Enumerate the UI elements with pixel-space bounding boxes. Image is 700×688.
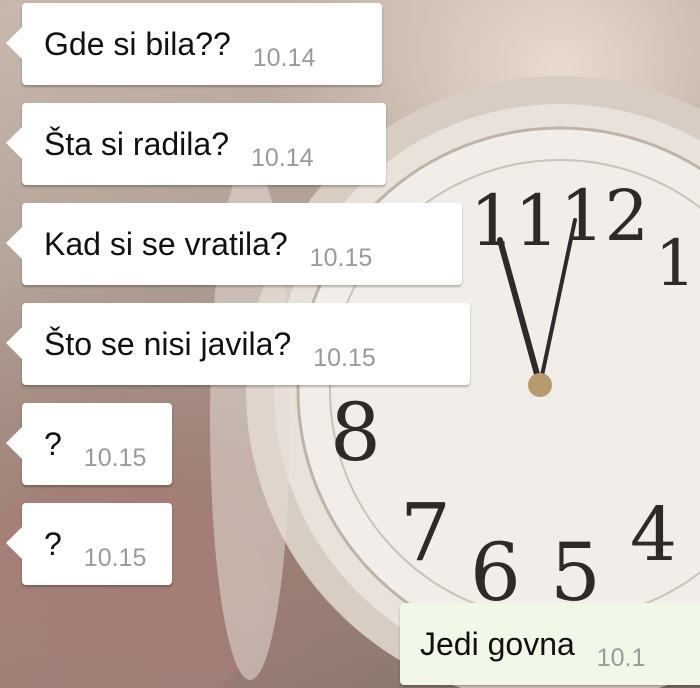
message-text: Što se nisi javila? bbox=[44, 326, 292, 362]
numeral-1: 1 bbox=[655, 227, 696, 301]
message-text: Jedi govna bbox=[420, 626, 575, 662]
numeral-7: 7 bbox=[400, 486, 451, 579]
message-bubble-incoming[interactable]: ? 10.15 bbox=[6, 403, 172, 485]
message-timestamp: 10.15 bbox=[83, 443, 147, 472]
message-timestamp: 10.1 bbox=[596, 643, 646, 672]
numeral-8: 8 bbox=[330, 386, 381, 479]
message-timestamp: 10.14 bbox=[250, 143, 314, 172]
message-bubble-incoming[interactable]: ? 10.15 bbox=[6, 503, 172, 585]
message-bubble-incoming[interactable]: Kad si se vratila? 10.15 bbox=[6, 203, 462, 285]
message-bubble-incoming[interactable]: Gde si bila?? 10.14 bbox=[6, 3, 382, 85]
message-bubble-incoming[interactable]: Što se nisi javila? 10.15 bbox=[6, 303, 470, 385]
message-timestamp: 10.15 bbox=[309, 243, 373, 272]
numeral-4: 4 bbox=[630, 492, 677, 578]
numeral-11: 11 bbox=[470, 180, 559, 262]
message-text: Gde si bila?? bbox=[44, 26, 231, 62]
message-bubble-outgoing[interactable]: Jedi govna 10.1 bbox=[400, 603, 700, 685]
message-timestamp: 10.15 bbox=[313, 343, 376, 372]
message-bubble-incoming[interactable]: Šta si radila? 10.14 bbox=[6, 103, 386, 185]
clock-center bbox=[528, 373, 552, 397]
message-text: Šta si radila? bbox=[44, 126, 229, 162]
message-timestamp: 10.15 bbox=[83, 543, 147, 572]
numeral-12: 12 bbox=[560, 175, 649, 257]
message-text: Kad si se vratila? bbox=[44, 226, 288, 262]
message-timestamp: 10.14 bbox=[252, 43, 316, 72]
message-text: ? bbox=[44, 426, 62, 462]
message-text: ? bbox=[44, 526, 62, 562]
